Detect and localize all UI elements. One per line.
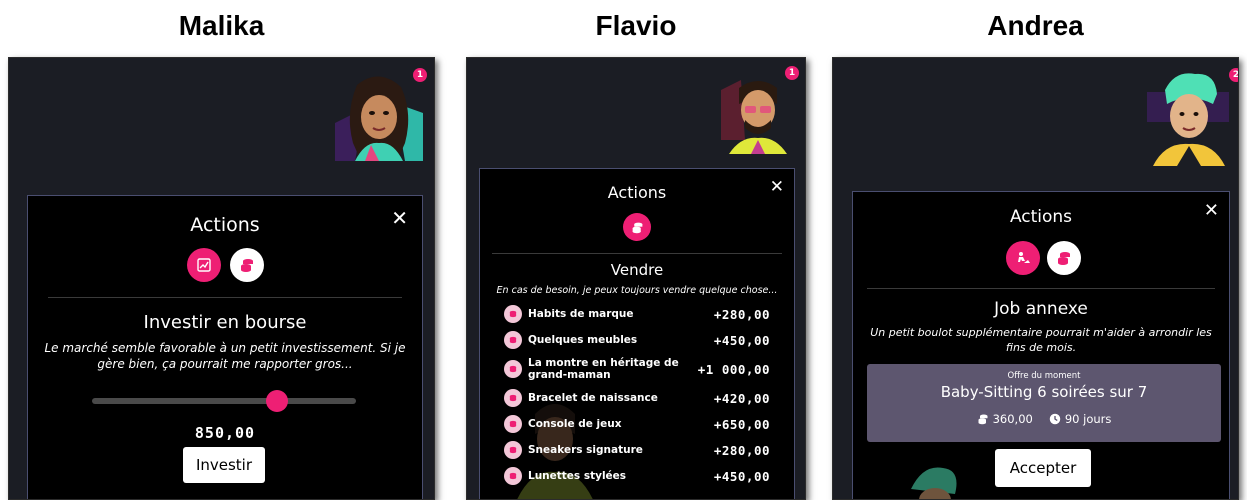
actions-modal: Actions ✕ Vendre En cas de besoin, je pe… [479,168,795,499]
sell-item-label: Bracelet de naissance [528,391,658,404]
invest-button[interactable]: Investir [183,447,265,483]
notification-badge: 2 [1229,68,1238,82]
investment-slider[interactable] [92,398,356,404]
sell-item[interactable]: Console de jeux +650,00 [504,415,770,433]
coins-icon [504,415,522,433]
player-name-flavio: Flavio [595,10,677,41]
sell-item-label: La montre en héritage de grand-maman [528,356,679,381]
actions-modal: Actions ✕ Investir en bourse Le marché s… [27,195,423,499]
avatar-malika[interactable] [335,73,423,161]
sell-item[interactable]: La montre en héritage de grand-maman +1 … [504,355,770,383]
offer-money: 360,00 [992,412,1033,426]
section-title: Job annexe [994,299,1088,319]
coins-icon [632,222,642,233]
sell-item[interactable]: Lunettes stylées +450,00 [504,467,770,485]
close-icon[interactable]: ✕ [391,208,408,228]
divider [867,288,1215,289]
coins-icon [241,259,253,272]
phone-screen-flavio: 1 Actions ✕ Vendre En cas de besoin, je … [466,57,806,500]
phone-screen-andrea: 2 Actions ✕ Job annexe Un petit boulot s… [832,57,1239,500]
sell-item[interactable]: Habits de marque +280,00 [504,305,770,323]
sell-item-price: +650,00 [713,416,770,432]
tab-sell[interactable] [230,248,264,282]
avatar-flavio[interactable] [721,70,795,154]
investment-amount: 850,00 [194,424,256,442]
slider-thumb[interactable] [265,390,288,412]
close-icon[interactable]: ✕ [1204,202,1219,220]
chart-line-icon [197,258,211,272]
sell-item-label: Console de jeux [528,417,622,430]
close-icon[interactable]: ✕ [770,179,784,196]
coins-icon [504,331,522,349]
tab-sell[interactable] [623,213,651,241]
notification-badge: 1 [785,66,799,80]
modal-title: Actions [1009,207,1073,227]
section-description: Un petit boulot supplémentaire pourrait … [870,326,1212,354]
clock-icon [1049,413,1061,425]
sell-item[interactable]: Sneakers signature +280,00 [504,441,770,459]
tab-side-job[interactable] [1006,241,1040,275]
section-description: En cas de besoin, je peux toujours vendr… [496,285,778,296]
offer-duration: 90 jours [1064,412,1112,426]
coins-icon [504,360,522,378]
actions-modal: Actions ✕ Job annexe Un petit boulot sup… [852,191,1230,499]
sell-item[interactable]: Bracelet de naissance +420,00 [504,389,770,407]
offer-title: Baby-Sitting 6 soirées sur 7 [940,383,1148,401]
offer-caption: Offre du moment [1007,371,1081,381]
coins-icon [1058,252,1070,265]
coins-icon [504,467,522,485]
job-offer-card: Offre du moment Baby-Sitting 6 soirées s… [867,364,1221,442]
sell-item-price: +450,00 [713,332,770,348]
divider [492,253,782,254]
sell-item-price: +450,00 [713,468,770,484]
player-name-malika: Malika [178,10,265,41]
phone-screen-malika: 1 Actions ✕ Investir en bourse Le marché… [8,57,435,500]
accept-button[interactable]: Accepter [995,449,1091,487]
sell-item-price: +280,00 [713,306,770,322]
sell-item-label: Lunettes stylées [528,469,627,482]
avatar-andrea[interactable] [1145,70,1231,166]
tab-sell[interactable] [1047,241,1081,275]
coins-icon [504,305,522,323]
section-title: Investir en bourse [143,312,307,333]
sell-item-label: Habits de marque [528,307,634,320]
sell-item[interactable]: Quelques meubles +450,00 [504,331,770,349]
sell-item-price: +420,00 [713,390,770,406]
notification-badge: 1 [413,68,427,82]
section-description: Le marché semble favorable à un petit in… [44,341,406,372]
coins-icon [504,389,522,407]
sell-item-label: Quelques meubles [528,333,638,346]
modal-title: Actions [190,214,260,236]
sell-item-price: +280,00 [713,442,770,458]
sell-item-label: Sneakers signature [528,443,643,456]
divider [48,297,402,298]
background-character-illustration [911,467,957,499]
modal-title: Actions [607,183,667,202]
coins-icon [978,414,988,425]
sell-item-price: +1 000,00 [697,361,770,377]
offer-details: 360,00 90 jours [867,412,1221,426]
tab-invest[interactable] [187,248,221,282]
section-title: Vendre [610,261,664,279]
player-name-andrea: Andrea [987,10,1084,41]
coins-icon [504,441,522,459]
person-digging-icon [1018,252,1030,263]
